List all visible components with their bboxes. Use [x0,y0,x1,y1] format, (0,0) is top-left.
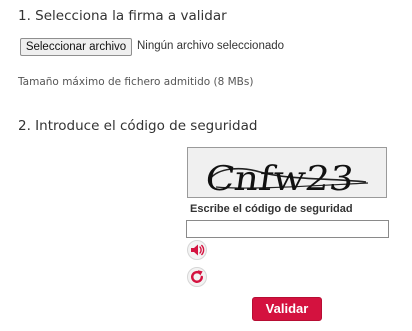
step1-title: 1. Selecciona la firma a validar [18,8,227,24]
audio-captcha-button[interactable] [187,240,207,260]
refresh-captcha-button[interactable] [187,267,207,287]
captcha-distorted-text: Cnfw23 [203,159,357,198]
speaker-icon [191,244,205,256]
captcha-image-graphic: Cnfw23 [188,148,386,198]
captcha-label: Escribe el código de seguridad [190,203,353,215]
svg-text:Cnfw23: Cnfw23 [203,159,357,198]
max-file-size-note: Tamaño máximo de fichero admitido (8 MBs… [18,76,254,88]
select-file-button[interactable]: Seleccionar archivo [20,38,132,56]
validate-button[interactable]: Validar [252,297,322,321]
captcha-input[interactable] [186,220,389,238]
captcha-image: Cnfw23 [187,147,387,198]
refresh-icon [191,270,203,283]
step2-title: 2. Introduce el código de seguridad [18,118,258,134]
file-status-text: Ningún archivo seleccionado [137,40,285,52]
